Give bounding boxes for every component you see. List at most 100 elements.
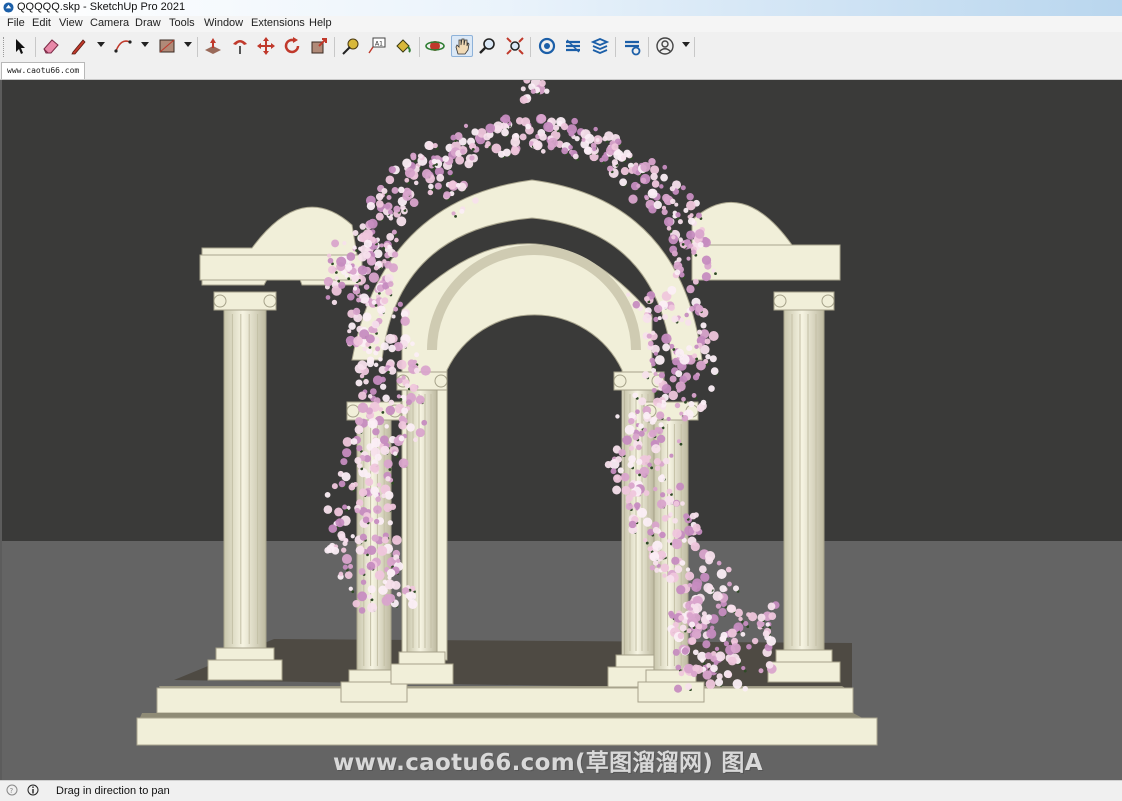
flower-blossom [371, 534, 379, 542]
menu-edit[interactable]: Edit [31, 17, 52, 29]
flower-blossom [340, 458, 348, 466]
toolbar-separator [648, 37, 649, 57]
flower-blossom [393, 306, 399, 312]
flower-blossom [348, 322, 356, 330]
flower-blossom [651, 387, 657, 393]
follow-me-icon[interactable] [229, 35, 251, 57]
flower-blossom [611, 159, 619, 166]
flower-blossom [611, 143, 619, 151]
text-icon[interactable]: A1 [366, 35, 388, 57]
flower-blossom [669, 185, 676, 192]
rectangle-dropdown-chevron-icon[interactable] [184, 42, 192, 47]
menu-help[interactable]: Help [308, 17, 333, 29]
info-icon[interactable] [27, 784, 39, 796]
flower-blossom [692, 523, 701, 532]
flower-blossom [568, 145, 573, 150]
flower-blossom [380, 376, 386, 383]
rectangle-icon[interactable] [156, 35, 178, 57]
column-shaft [223, 309, 267, 649]
flower-blossom [323, 505, 333, 514]
menu-window[interactable]: Window [203, 17, 244, 29]
flower-blossom [679, 624, 687, 632]
zoom-icon[interactable] [477, 35, 499, 57]
flower-blossom [409, 198, 419, 208]
flower-blossom [384, 490, 394, 500]
flower-blossom [344, 571, 353, 580]
account-dropdown-chevron-icon[interactable] [682, 42, 690, 47]
flower-blossom [653, 304, 663, 314]
flower-blossom [653, 316, 659, 323]
flower-blossom [388, 209, 393, 215]
flower-blossom [601, 154, 609, 162]
layout-icon[interactable] [589, 35, 611, 57]
tape-measure-icon[interactable] [340, 35, 362, 57]
flower-blossom [718, 608, 727, 617]
flower-blossom [342, 448, 352, 458]
flower-blossom [656, 499, 667, 509]
flower-blossom [668, 610, 674, 617]
menu-file[interactable]: File [6, 17, 26, 29]
geo-location-icon[interactable]: ? [6, 784, 18, 796]
scene-tab[interactable]: www.caotu66.com [1, 62, 86, 79]
menu-extensions[interactable]: Extensions [250, 17, 306, 29]
flower-blossom [646, 333, 652, 339]
flower-blossom [523, 80, 531, 84]
model-viewport[interactable] [0, 80, 1122, 780]
flower-blossom [406, 591, 417, 602]
toolbar-grip[interactable] [3, 37, 6, 57]
flower-blossom [382, 394, 390, 402]
warehouse-icon[interactable] [536, 35, 558, 57]
flower-blossom [417, 153, 423, 159]
menu-view[interactable]: View [58, 17, 84, 29]
arc-icon[interactable] [112, 35, 134, 57]
flower-blossom [530, 88, 536, 94]
flower-blossom [679, 411, 684, 416]
flower-blossom [385, 288, 393, 296]
flower-blossom [455, 155, 465, 165]
flower-blossom [380, 342, 389, 351]
orbit-icon[interactable] [424, 35, 446, 57]
scene-tab-bar: www.caotu66.com [0, 61, 1122, 80]
eraser-icon[interactable] [40, 35, 62, 57]
flower-blossom [628, 417, 635, 425]
flower-blossom [436, 173, 445, 182]
rotate-icon[interactable] [281, 35, 303, 57]
flower-blossom [388, 344, 396, 353]
menu-draw[interactable]: Draw [134, 17, 162, 29]
flower-blossom [363, 239, 373, 248]
extension-warehouse-icon[interactable] [562, 35, 584, 57]
pencil-line-icon[interactable] [68, 35, 90, 57]
flower-blossom [393, 205, 401, 213]
flower-blossom [388, 215, 394, 221]
flower-blossom [472, 197, 479, 204]
extension-manager-icon[interactable] [621, 35, 643, 57]
toolbar: A1 [0, 32, 1122, 62]
menu-tools[interactable]: Tools [168, 17, 196, 29]
flower-blossom [660, 173, 668, 182]
flower-blossom [643, 490, 650, 496]
zoom-extents-icon[interactable] [504, 35, 526, 57]
flower-blossom [385, 175, 395, 185]
pan-icon[interactable] [451, 35, 473, 57]
flower-blossom [539, 133, 547, 141]
flower-blossom [656, 427, 664, 435]
flower-blossom [669, 453, 674, 458]
menu-camera[interactable]: Camera [89, 17, 130, 29]
account-icon[interactable] [654, 35, 676, 57]
paint-bucket-icon[interactable] [392, 35, 414, 57]
flower-blossom [716, 560, 722, 566]
flower-blossom [669, 375, 677, 383]
select-icon[interactable] [9, 35, 31, 57]
flower-blossom [357, 265, 368, 276]
flower-blossom [647, 340, 654, 347]
push-pull-icon[interactable] [202, 35, 224, 57]
flower-blossom [612, 485, 622, 495]
pencil-dropdown-chevron-icon[interactable] [97, 42, 105, 47]
arc-dropdown-chevron-icon[interactable] [141, 42, 149, 47]
flower-blossom [371, 320, 380, 329]
move-icon[interactable] [255, 35, 277, 57]
flower-blossom [396, 591, 402, 597]
scale-icon[interactable] [308, 35, 330, 57]
flower-blossom [694, 229, 705, 239]
flower-blossom [701, 255, 712, 265]
